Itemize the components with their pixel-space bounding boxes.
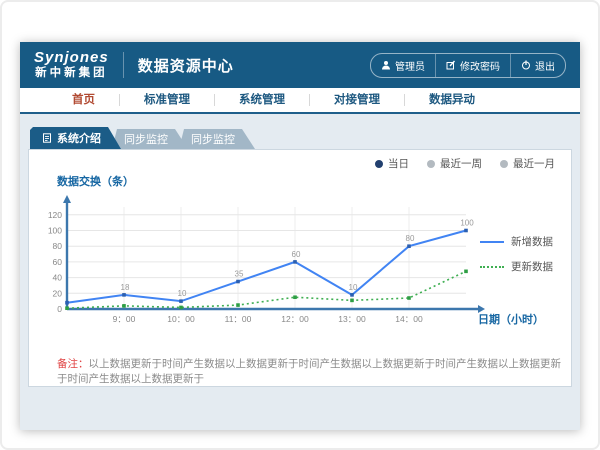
tab-sync-monitor-1[interactable]: 同步监控	[112, 129, 188, 149]
svg-text:18: 18	[121, 283, 130, 292]
svg-text:13：00: 13：00	[338, 314, 366, 324]
footnote-label: 备注：	[57, 358, 89, 370]
nav-item-integration-mgmt[interactable]: 对接管理	[310, 94, 405, 106]
svg-text:100: 100	[460, 219, 474, 228]
power-icon	[521, 60, 531, 70]
svg-text:120: 120	[48, 210, 62, 220]
brand-logo-en: Synjones	[34, 50, 109, 67]
legend-label: 新增数据	[511, 234, 553, 249]
nav-item-standard-mgmt[interactable]: 标准管理	[120, 94, 215, 106]
user-menu-button[interactable]: 管理员	[371, 54, 435, 77]
document-icon	[42, 133, 52, 143]
filter-label: 当日	[388, 156, 409, 171]
svg-text:20: 20	[53, 288, 63, 298]
radio-dot-icon	[375, 160, 383, 168]
nav-item-system-mgmt[interactable]: 系统管理	[215, 94, 310, 106]
y-axis-title: 数据交换（条）	[57, 173, 134, 189]
svg-text:0: 0	[57, 304, 62, 314]
svg-text:60: 60	[53, 257, 63, 267]
svg-text:80: 80	[406, 234, 415, 243]
solid-line-icon	[480, 241, 504, 243]
app-title: 数据资源中心	[138, 55, 234, 76]
filter-label: 最近一周	[440, 156, 482, 171]
svg-text:60: 60	[292, 250, 301, 259]
header-divider	[123, 52, 124, 78]
tab-bar: 系统介绍 同步监控 同步监控	[30, 127, 580, 149]
tab-label: 同步监控	[124, 131, 168, 147]
nav-item-data-changes[interactable]: 数据异动	[405, 94, 499, 106]
dotted-line-icon	[480, 266, 504, 268]
svg-text:10: 10	[178, 289, 187, 298]
svg-text:80: 80	[53, 241, 63, 251]
page: Synjones 新中新集团 数据资源中心 管理员 修改密码	[20, 42, 580, 430]
nav-item-home[interactable]: 首页	[48, 94, 120, 106]
radio-dot-icon	[427, 160, 435, 168]
radio-dot-icon	[500, 160, 508, 168]
svg-text:10：00: 10：00	[167, 314, 195, 324]
user-toolbar: 管理员 修改密码 退出	[370, 53, 566, 78]
legend-item-new-data: 新增数据	[480, 234, 553, 249]
user-label: 管理员	[395, 58, 425, 73]
chart-legend: 新增数据 更新数据	[480, 234, 553, 284]
user-icon	[381, 60, 391, 70]
main-nav: 首页 标准管理 系统管理 对接管理 数据异动	[20, 88, 580, 114]
change-password-label: 修改密码	[460, 58, 500, 73]
tab-system-intro[interactable]: 系统介绍	[30, 127, 121, 149]
svg-text:40: 40	[53, 273, 63, 283]
tab-label: 系统介绍	[57, 130, 101, 146]
legend-item-updated-data: 更新数据	[480, 259, 553, 274]
filter-label: 最近一月	[513, 156, 555, 171]
footnote-text: 以上数据更新于时间产生数据以上数据更新于时间产生数据以上数据更新于时间产生数据以…	[57, 358, 561, 385]
svg-text:日期（小时）: 日期（小时）	[478, 312, 544, 326]
tab-label: 同步监控	[191, 131, 235, 147]
svg-text:10: 10	[349, 283, 358, 292]
logout-button[interactable]: 退出	[510, 54, 565, 77]
chart-panel: 当日 最近一周 最近一月 数据交换（条） 9：00 10：00 11：00 12：00…	[28, 149, 572, 387]
brand-logo: Synjones 新中新集团	[34, 50, 109, 79]
legend-label: 更新数据	[511, 259, 553, 274]
svg-text:14：00: 14：00	[395, 314, 423, 324]
brand-logo-cn: 新中新集团	[34, 67, 109, 80]
svg-text:35: 35	[235, 270, 244, 279]
svg-text:12：00: 12：00	[281, 314, 309, 324]
svg-text:9：00: 9：00	[113, 314, 136, 324]
logout-label: 退出	[535, 58, 555, 73]
filter-today[interactable]: 当日	[375, 156, 409, 171]
time-range-filters: 当日 最近一周 最近一月	[375, 156, 555, 171]
filter-last-week[interactable]: 最近一周	[427, 156, 482, 171]
svg-text:100: 100	[48, 226, 62, 236]
filter-last-month[interactable]: 最近一月	[500, 156, 555, 171]
svg-text:11：00: 11：00	[225, 314, 252, 324]
change-password-button[interactable]: 修改密码	[435, 54, 510, 77]
footnote: 备注：以上数据更新于时间产生数据以上数据更新于时间产生数据以上数据更新于时间产生…	[57, 356, 571, 386]
edit-icon	[446, 60, 456, 70]
app-header: Synjones 新中新集团 数据资源中心 管理员 修改密码	[20, 42, 580, 88]
tab-sync-monitor-2[interactable]: 同步监控	[179, 129, 255, 149]
